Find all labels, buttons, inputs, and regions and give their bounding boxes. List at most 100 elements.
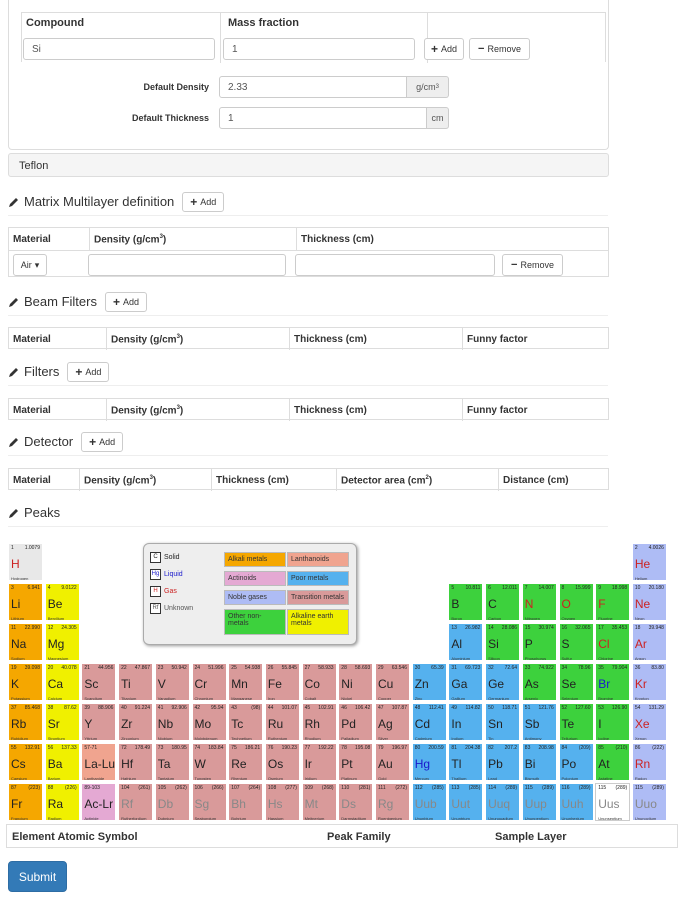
element-cell-xe[interactable]: 54 131.29 Xe Xenon — [631, 703, 667, 741]
element-cell-bi[interactable]: 83 208.98 Bi Bismuth — [521, 743, 557, 781]
add-detector-button[interactable]: Add — [81, 431, 124, 452]
element-cell-ca[interactable]: 20 40.078 Ca Calcium — [44, 663, 80, 701]
element-cell-na[interactable]: 11 22.990 Na Sodium — [8, 623, 43, 661]
element-cell-pd[interactable]: 46 106.42 Pd Palladium — [338, 703, 374, 741]
element-cell-hg[interactable]: 80 200.59 Hg Mercury — [411, 743, 447, 781]
element-cell-os[interactable]: 76 190.23 Os Osmium — [264, 743, 300, 781]
element-cell-uuh[interactable]: 116 (289) Uuh Ununhexium — [558, 783, 594, 821]
add-matrix-layer-button[interactable]: Add — [182, 191, 225, 212]
element-cell-c[interactable]: 6 12.011 C Carbon — [485, 583, 521, 621]
element-cell-pb[interactable]: 82 207.2 Pb Lead — [485, 743, 521, 781]
element-cell-ga[interactable]: 31 69.723 Ga Gallium — [448, 663, 484, 701]
element-cell-at[interactable]: 85 (210) At Astatine — [595, 743, 631, 781]
element-cell-cr[interactable]: 24 51.996 Cr Chromium — [191, 663, 227, 701]
element-cell-ge[interactable]: 32 72.64 Ge Germanium — [485, 663, 521, 701]
element-cell-hs[interactable]: 108 (277) Hs Hassium — [264, 783, 300, 821]
element-cell-uus[interactable]: 115 (289) Uus Ununseptium — [595, 783, 631, 821]
element-cell-db[interactable]: 105 (262) Db Dubnium — [154, 783, 190, 821]
element-cell-cl[interactable]: 17 35.453 Cl Chlorine — [595, 623, 631, 661]
element-cell-n[interactable]: 7 14.007 N Nitrogen — [521, 583, 557, 621]
default-thickness-input[interactable] — [219, 107, 427, 129]
element-cell-cu[interactable]: 29 63.546 Cu Copper — [375, 663, 410, 701]
submit-button[interactable]: Submit — [8, 861, 67, 892]
element-cell-s[interactable]: 16 32.065 S Sulfur — [558, 623, 594, 661]
element-cell-in[interactable]: 49 114.82 In Indium — [448, 703, 484, 741]
element-cell-ru[interactable]: 44 101.07 Ru Ruthenium — [264, 703, 300, 741]
matrix-density-input[interactable] — [88, 254, 286, 276]
element-cell-al[interactable]: 13 26.982 Al Aluminium — [448, 623, 484, 661]
element-cell-sb[interactable]: 51 121.76 Sb Antimony — [521, 703, 557, 741]
add-compound-button[interactable]: Add — [424, 38, 464, 60]
element-cell-sr[interactable]: 38 87.62 Sr Strontium — [44, 703, 80, 741]
element-cell-sg[interactable]: 106 (266) Sg Seaborgium — [191, 783, 227, 821]
element-cell-ra[interactable]: 88 (226) Ra Radium — [44, 783, 80, 821]
element-cell-hf[interactable]: 72 178.49 Hf Hafnium — [118, 743, 154, 781]
element-cell-mn[interactable]: 25 54.938 Mn Manganese — [228, 663, 264, 701]
element-cell-zn[interactable]: 30 65.39 Zn Zinc — [411, 663, 447, 701]
element-cell-rn[interactable]: 86 (222) Rn Radon — [631, 743, 667, 781]
element-cell-uup[interactable]: 115 (289) Uup Ununpentium — [521, 783, 557, 821]
element-cell-he[interactable]: 2 4.0026 He Helium — [631, 543, 667, 581]
element-cell-cd[interactable]: 48 112.41 Cd Cadmium — [411, 703, 447, 741]
element-cell-uub[interactable]: 112 (285) Uub Ununbium — [411, 783, 447, 821]
element-cell-te[interactable]: 52 127.60 Te Tellurium — [558, 703, 594, 741]
element-cell-o[interactable]: 8 15.999 O Oxygen — [558, 583, 594, 621]
element-cell-ba[interactable]: 56 137.33 Ba Barium — [44, 743, 80, 781]
add-beam-filter-button[interactable]: Add — [104, 291, 147, 312]
element-cell-br[interactable]: 35 79.904 Br Bromine — [595, 663, 631, 701]
matrix-thickness-input[interactable] — [295, 254, 495, 276]
element-cell-b[interactable]: 5 10.811 B Boron — [448, 583, 484, 621]
element-cell-fe[interactable]: 26 55.845 Fe Iron — [264, 663, 300, 701]
element-cell-pt[interactable]: 78 195.08 Pt Platinum — [338, 743, 374, 781]
element-cell-rg[interactable]: 111 (272) Rg Roentgenium — [375, 783, 410, 821]
element-cell-ir[interactable]: 77 192.22 Ir Iridium — [301, 743, 337, 781]
element-cell-uuo[interactable]: 115 (289) Uuo Ununoctium — [631, 783, 667, 821]
element-cell-ag[interactable]: 47 107.87 Ag Silver — [375, 703, 410, 741]
element-cell-se[interactable]: 34 78.96 Se Selenium — [558, 663, 594, 701]
remove-compound-button[interactable]: Remove — [469, 38, 530, 60]
element-cell-mg[interactable]: 12 24.305 Mg Magnesium — [44, 623, 80, 661]
element-cell-f[interactable]: 9 18.998 F Fluorine — [595, 583, 631, 621]
element-cell-i[interactable]: 53 126.90 I Iodine — [595, 703, 631, 741]
element-cell-mo[interactable]: 42 95.94 Mo Molybdenum — [191, 703, 227, 741]
element-cell-la-lu[interactable]: 57-71 La-Lu Lanthanide — [81, 743, 117, 781]
element-cell-rf[interactable]: 104 (261) Rf Rutherfordium — [118, 783, 154, 821]
element-cell-sn[interactable]: 50 118.71 Sn Tin — [485, 703, 521, 741]
element-cell-co[interactable]: 27 58.933 Co Cobalt — [301, 663, 337, 701]
element-cell-bh[interactable]: 107 (264) Bh Bohrium — [228, 783, 264, 821]
compound-input[interactable] — [23, 38, 215, 60]
element-cell-v[interactable]: 23 50.942 V Vanadium — [154, 663, 190, 701]
element-cell-tl[interactable]: 81 204.38 Tl Thallium — [448, 743, 484, 781]
element-cell-rh[interactable]: 45 102.91 Rh Rhodium — [301, 703, 337, 741]
element-cell-au[interactable]: 79 196.97 Au Gold — [375, 743, 410, 781]
remove-matrix-layer-button[interactable]: Remove — [502, 254, 563, 276]
element-cell-uuq[interactable]: 114 (289) Uuq Ununquadium — [485, 783, 521, 821]
element-cell-h[interactable]: 1 1.0079 H Hydrogen — [8, 543, 43, 581]
element-cell-sc[interactable]: 21 44.956 Sc Scandium — [81, 663, 117, 701]
element-cell-w[interactable]: 74 183.84 W Tungsten — [191, 743, 227, 781]
element-cell-nb[interactable]: 41 92.906 Nb Niobium — [154, 703, 190, 741]
element-cell-y[interactable]: 39 88.906 Y Yttrium — [81, 703, 117, 741]
material-select[interactable]: Air ▾ — [13, 254, 47, 276]
element-cell-si[interactable]: 14 28.086 Si Silicon — [485, 623, 521, 661]
element-cell-cs[interactable]: 55 132.91 Cs Caesium — [8, 743, 43, 781]
element-cell-ti[interactable]: 22 47.867 Ti Titanium — [118, 663, 154, 701]
element-cell-uut[interactable]: 113 (285) Uut Ununtrium — [448, 783, 484, 821]
element-cell-k[interactable]: 19 39.098 K Potassium — [8, 663, 43, 701]
element-cell-fr[interactable]: 87 (223) Fr Francium — [8, 783, 43, 821]
element-cell-ac-lr[interactable]: 89-103 Ac-Lr Actinide — [81, 783, 117, 821]
add-filter-button[interactable]: Add — [67, 361, 110, 382]
element-cell-p[interactable]: 15 30.974 P Phosphorus — [521, 623, 557, 661]
element-cell-ta[interactable]: 73 180.95 Ta Tantalum — [154, 743, 190, 781]
element-cell-tc[interactable]: 43 (98) Tc Technetium — [228, 703, 264, 741]
element-cell-ds[interactable]: 110 (281) Ds Darmstadtium — [338, 783, 374, 821]
element-cell-as[interactable]: 33 74.922 As Arsenic — [521, 663, 557, 701]
element-cell-po[interactable]: 84 (209) Po Polonium — [558, 743, 594, 781]
element-cell-ni[interactable]: 28 58.693 Ni Nickel — [338, 663, 374, 701]
element-cell-ne[interactable]: 10 20.180 Ne Neon — [631, 583, 667, 621]
element-cell-re[interactable]: 75 186.21 Re Rhenium — [228, 743, 264, 781]
element-cell-mt[interactable]: 109 (268) Mt Meitnerium — [301, 783, 337, 821]
element-cell-ar[interactable]: 18 39.948 Ar Argon — [631, 623, 667, 661]
default-density-input[interactable] — [219, 76, 407, 98]
element-cell-rb[interactable]: 37 85.468 Rb Rubidium — [8, 703, 43, 741]
